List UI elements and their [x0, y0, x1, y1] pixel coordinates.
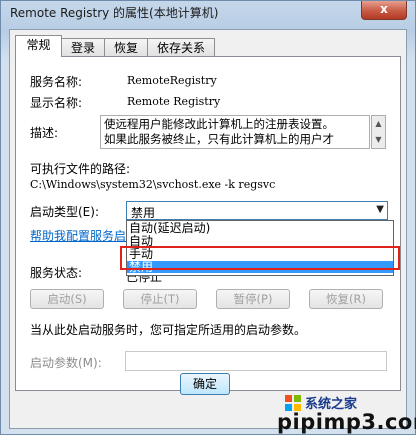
- start-params-input[interactable]: [125, 351, 387, 371]
- start-params-label: 启动参数(M):: [30, 356, 102, 370]
- startup-type-value: 禁用: [131, 206, 156, 220]
- tab-general[interactable]: 常规: [15, 35, 62, 57]
- highlight-box: [120, 246, 400, 270]
- tab-dependencies[interactable]: 依存关系: [147, 38, 215, 56]
- scroll-down-icon[interactable]: ▼: [372, 132, 385, 148]
- tab-recovery[interactable]: 恢复: [104, 38, 148, 56]
- display-name-label: 显示名称:: [30, 96, 83, 110]
- service-name-value: RemoteRegistry: [127, 74, 217, 87]
- window-title: Remote Registry 的属性(本地计算机): [10, 6, 219, 20]
- resume-button[interactable]: 恢复(R): [309, 289, 383, 309]
- ok-button[interactable]: 确定: [180, 373, 230, 395]
- path-value: C:\Windows\system32\svchost.exe -k regsv…: [30, 178, 276, 191]
- description-line-2: 如果此服务被终止，只有此计算机上的用户才: [104, 132, 334, 146]
- scroll-up-icon[interactable]: ▲: [372, 116, 385, 132]
- watermark: 系统之家 pipimp3.com: [277, 393, 416, 435]
- description-label: 描述:: [30, 126, 59, 140]
- description-scrollbar[interactable]: ▲ ▼: [371, 115, 386, 149]
- description-box: 使远程用户能修改此计算机上的注册表设置。 如果此服务被终止，只有此计算机上的用户…: [100, 115, 370, 149]
- service-name-label: 服务名称:: [30, 75, 83, 89]
- pause-button[interactable]: 暂停(P): [216, 289, 290, 309]
- startup-type-select[interactable]: 禁用 ▼: [126, 201, 388, 220]
- path-label: 可执行文件的路径:: [30, 162, 131, 176]
- description-line-1: 使远程用户能修改此计算机上的注册表设置。: [104, 117, 334, 131]
- properties-window: Remote Registry 的属性(本地计算机) x 常规 登录 恢复 依存…: [0, 0, 416, 435]
- chevron-down-icon: ▼: [376, 204, 384, 215]
- start-button[interactable]: 启动(S): [30, 289, 104, 309]
- startup-hint: 当从此处启动服务时，您可指定所适用的启动参数。: [30, 323, 307, 337]
- close-icon: x: [380, 2, 388, 16]
- tab-logon[interactable]: 登录: [61, 38, 105, 56]
- status-label: 服务状态:: [30, 266, 83, 280]
- close-button[interactable]: x: [361, 1, 407, 20]
- stop-button[interactable]: 停止(T): [123, 289, 197, 309]
- windows-logo-icon: [285, 395, 301, 411]
- display-name-value: Remote Registry: [127, 95, 221, 108]
- dialog-client: 常规 登录 恢复 依存关系 服务名称: RemoteRegistry 显示名称:…: [9, 29, 407, 429]
- watermark-text-2: pipimp3.com: [277, 410, 416, 434]
- option-auto-delayed[interactable]: 自动(延迟启动): [127, 222, 393, 234]
- startup-type-label: 启动类型(E):: [30, 205, 99, 219]
- general-panel: 服务名称: RemoteRegistry 显示名称: Remote Regist…: [15, 56, 401, 391]
- help-configure-link[interactable]: 帮助我配置服务启: [30, 227, 126, 244]
